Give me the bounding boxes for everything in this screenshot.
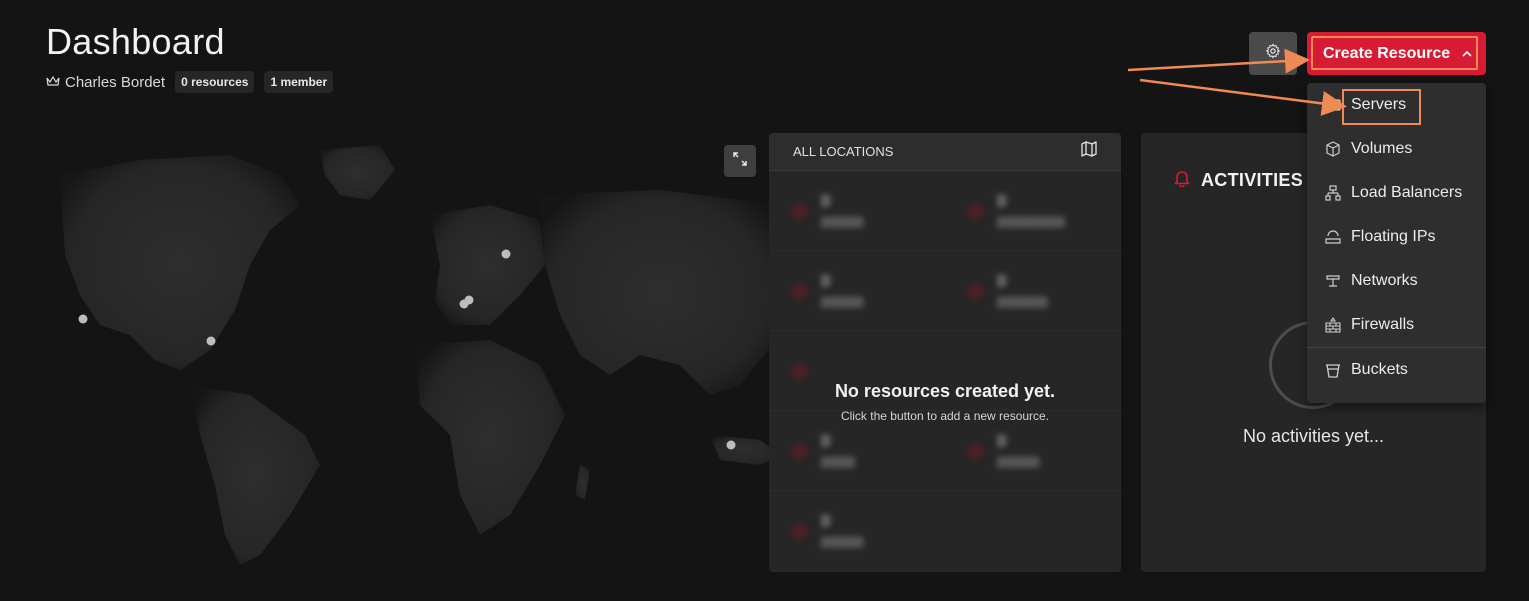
firewall-icon bbox=[1325, 317, 1341, 333]
locations-selector[interactable]: ALL LOCATIONS bbox=[793, 144, 893, 159]
create-resource-button[interactable]: Create Resource bbox=[1307, 32, 1486, 75]
menu-item-firewalls[interactable]: Firewalls bbox=[1307, 303, 1486, 347]
gear-icon bbox=[1265, 43, 1281, 64]
resources-count-badge: 0 resources bbox=[175, 71, 255, 93]
empty-resources-subtitle: Click the button to add a new resource. bbox=[840, 409, 1050, 423]
page-title: Dashboard bbox=[46, 21, 225, 62]
location-marker[interactable] bbox=[206, 336, 216, 346]
menu-item-label: Firewalls bbox=[1351, 316, 1415, 333]
empty-activities-text: No activities yet... bbox=[1242, 426, 1385, 446]
resource-tile-placeholder: ▇ ▇▇▇▇▇▇ bbox=[945, 251, 1121, 330]
activities-title: ACTIVITIES bbox=[1201, 170, 1304, 190]
project-owner: Charles Bordet bbox=[46, 74, 165, 91]
dashboard-header: Dashboard Charles Bordet 0 resources 1 m… bbox=[46, 21, 334, 93]
map-icon[interactable] bbox=[1081, 141, 1097, 162]
create-resource-menu: Servers Volumes Load Balancers Floating … bbox=[1307, 83, 1486, 403]
network-icon bbox=[1325, 273, 1341, 289]
location-marker[interactable] bbox=[726, 440, 736, 450]
create-resource-label: Create Resource bbox=[1323, 44, 1451, 62]
menu-item-networks[interactable]: Networks bbox=[1307, 259, 1486, 303]
world-map bbox=[60, 145, 780, 565]
resource-tile-placeholder: ▇ ▇▇▇▇▇▇▇▇ bbox=[945, 171, 1121, 250]
locations-panel-header: ALL LOCATIONS bbox=[769, 133, 1121, 171]
resource-tile-placeholder: ▇ ▇▇▇▇▇ bbox=[769, 251, 945, 330]
load-balancer-icon bbox=[1325, 185, 1341, 201]
cube-icon bbox=[1325, 141, 1341, 157]
resource-tile-placeholder: ▇ ▇▇▇▇▇ bbox=[769, 491, 945, 570]
empty-resources-message: No resources created yet. Click the butt… bbox=[769, 381, 1121, 423]
expand-icon bbox=[733, 151, 747, 171]
server-icon bbox=[1325, 97, 1341, 113]
location-marker[interactable] bbox=[501, 249, 511, 259]
location-marker[interactable] bbox=[78, 314, 88, 324]
project-settings-button[interactable] bbox=[1249, 32, 1297, 75]
menu-item-buckets[interactable]: Buckets bbox=[1307, 347, 1486, 391]
resource-summary-grid: ▇ ▇▇▇▇▇ ▇ ▇▇▇▇▇▇▇▇ ▇ ▇▇▇▇▇ ▇ ▇▇▇▇▇▇ ▇ ▇▇▇▇ ▇ ▇▇▇▇… bbox=[769, 171, 1121, 571]
resource-tile-placeholder: ▇ ▇▇▇▇▇ bbox=[769, 171, 945, 250]
resources-panel: ALL LOCATIONS ▇ ▇▇▇▇▇ ▇ ▇▇▇▇▇▇▇▇ ▇ ▇▇▇▇▇ ▇ ▇▇▇… bbox=[769, 133, 1121, 572]
menu-item-label: Buckets bbox=[1351, 360, 1408, 378]
menu-item-load-balancers[interactable]: Load Balancers bbox=[1307, 171, 1486, 215]
menu-item-label: Floating IPs bbox=[1351, 228, 1436, 245]
menu-item-label: Servers bbox=[1351, 96, 1407, 113]
activities-header: ACTIVITIES bbox=[1173, 169, 1303, 192]
menu-item-label: Load Balancers bbox=[1351, 184, 1463, 201]
project-meta: Charles Bordet 0 resources 1 member bbox=[46, 71, 334, 93]
crown-icon bbox=[46, 74, 60, 91]
menu-item-floating-ips[interactable]: Floating IPs bbox=[1307, 215, 1486, 259]
menu-item-label: Networks bbox=[1351, 272, 1418, 289]
location-marker[interactable] bbox=[464, 295, 474, 305]
bell-icon bbox=[1173, 169, 1191, 192]
expand-map-button[interactable] bbox=[724, 145, 756, 177]
floating-ip-icon bbox=[1325, 229, 1341, 245]
menu-item-volumes[interactable]: Volumes bbox=[1307, 127, 1486, 171]
chevron-up-icon bbox=[1462, 45, 1472, 63]
menu-item-servers[interactable]: Servers bbox=[1307, 83, 1486, 127]
continents bbox=[60, 145, 780, 565]
empty-resources-title: No resources created yet. bbox=[834, 381, 1056, 401]
owner-name: Charles Bordet bbox=[65, 73, 166, 91]
menu-item-label: Volumes bbox=[1351, 140, 1413, 157]
bucket-icon bbox=[1325, 362, 1341, 378]
members-count-badge[interactable]: 1 member bbox=[264, 71, 334, 93]
